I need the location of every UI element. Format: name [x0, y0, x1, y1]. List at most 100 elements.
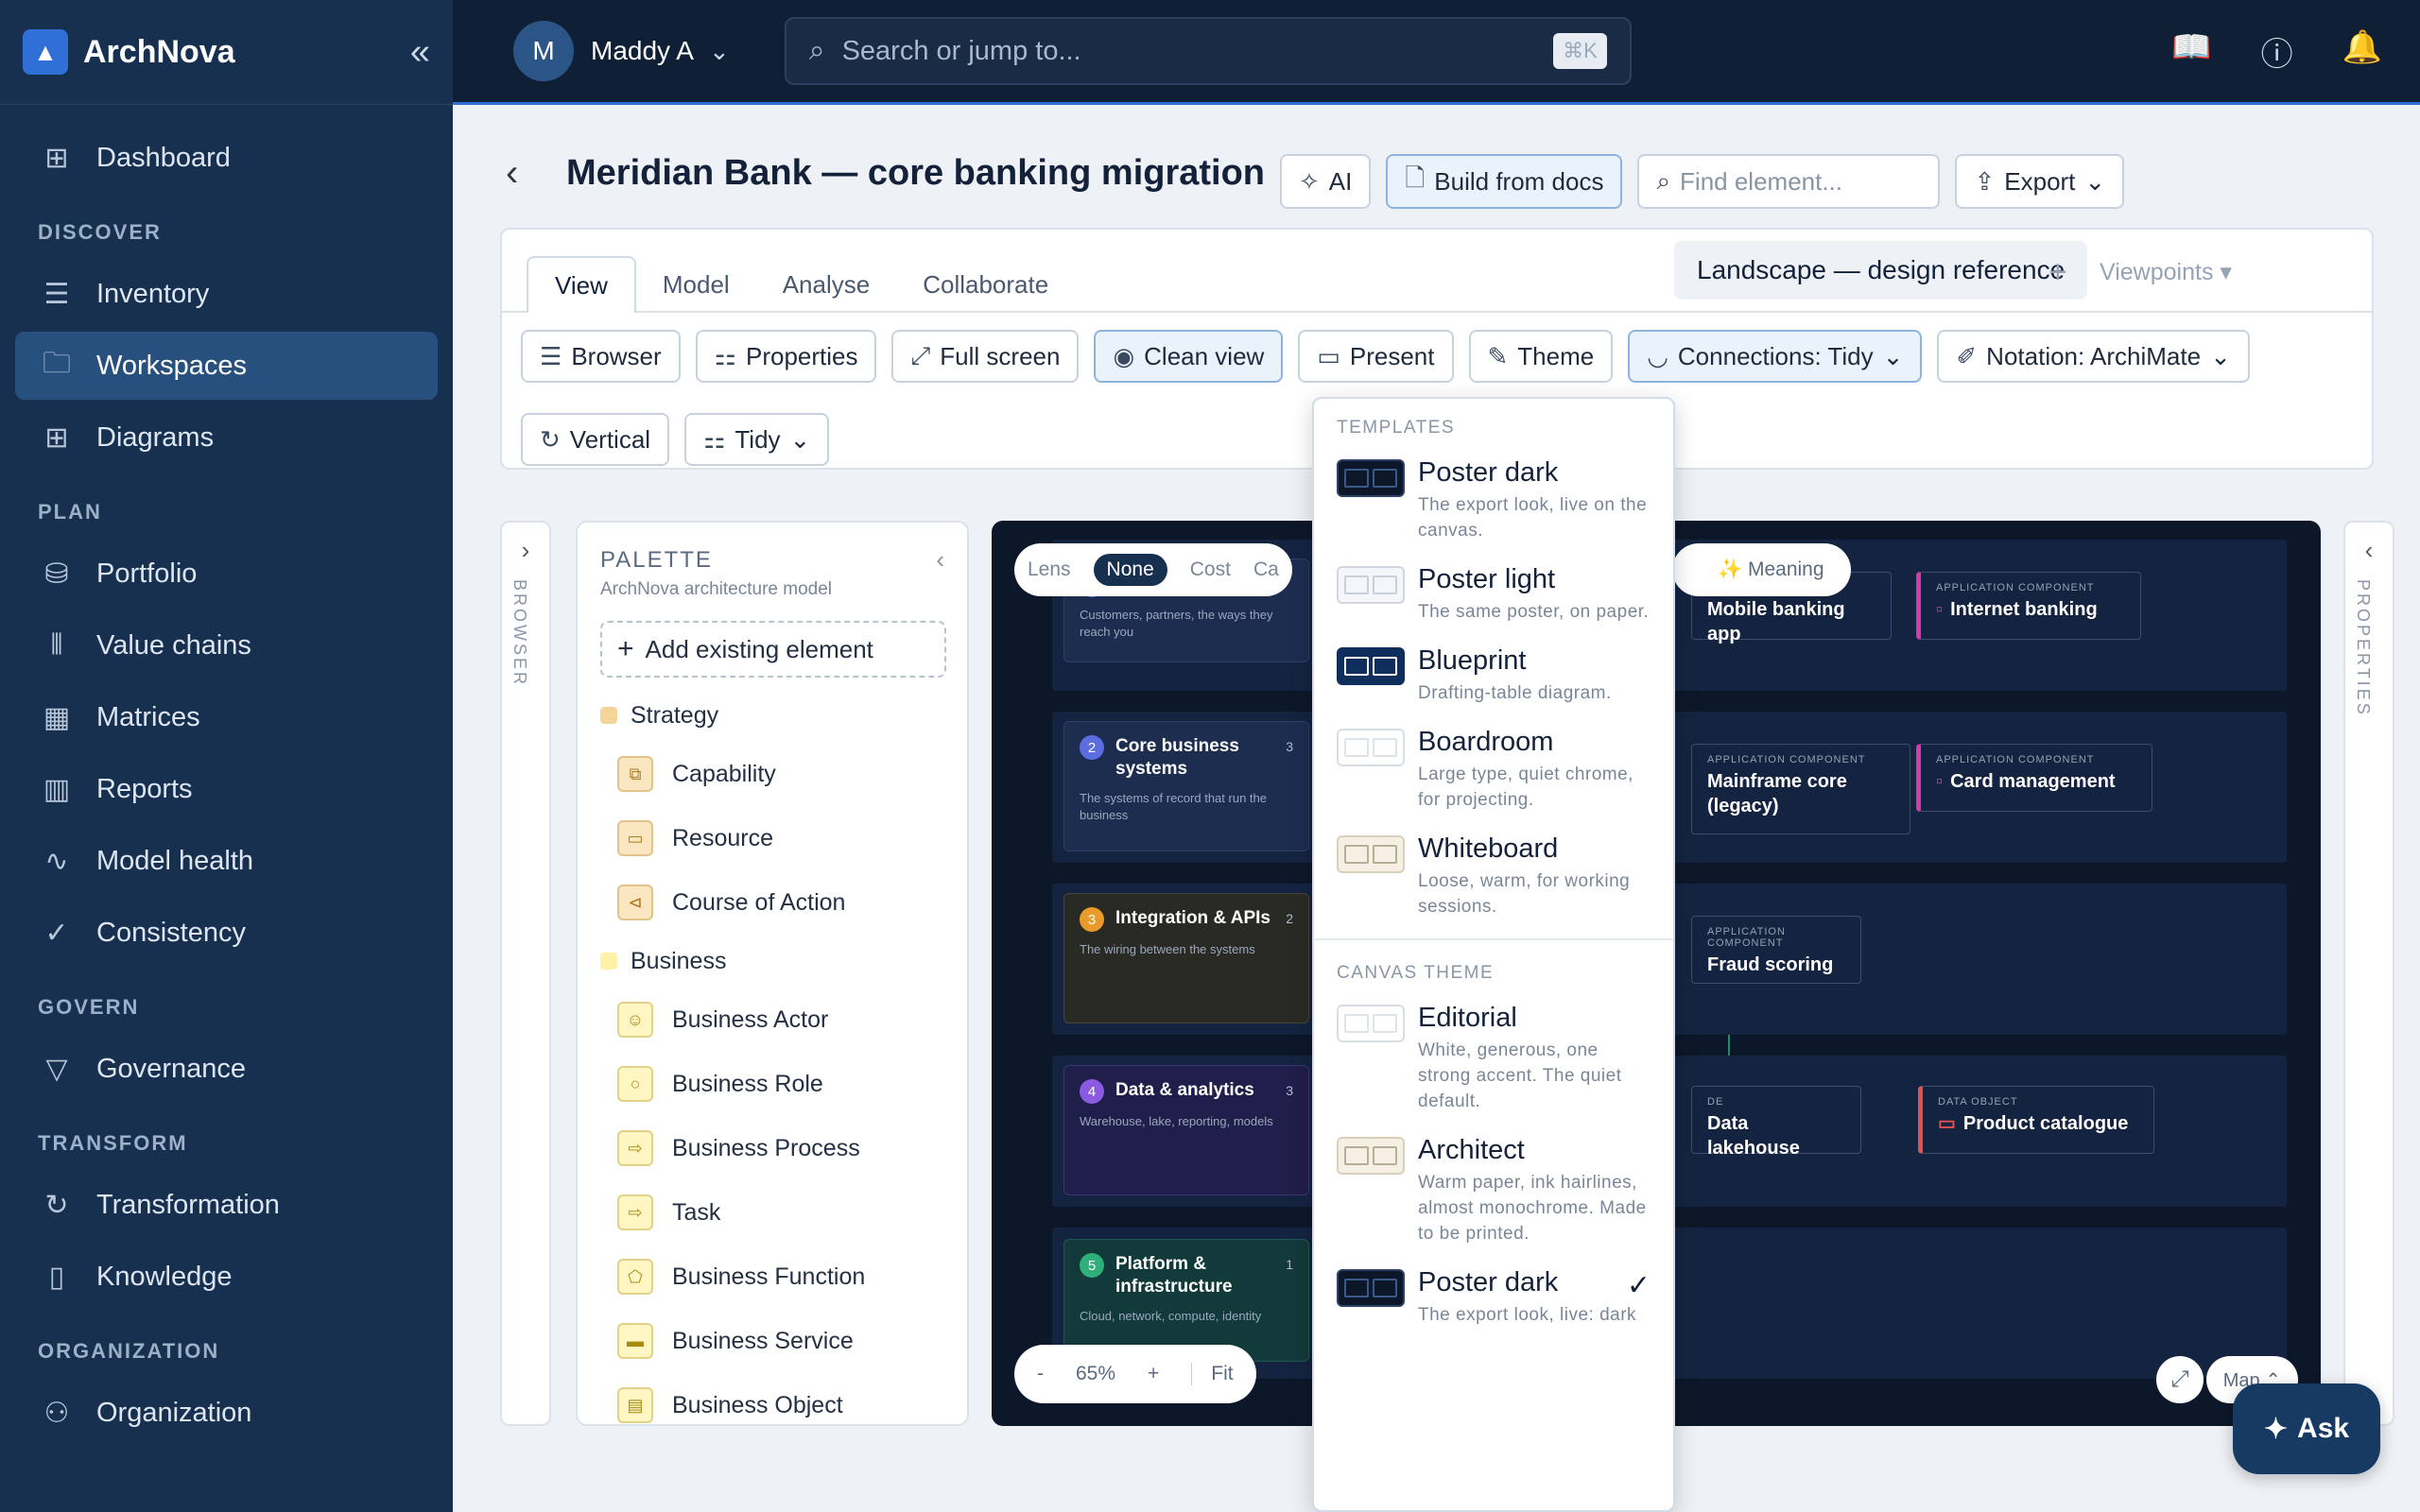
find-element-input[interactable]: ⌕ Find element... — [1637, 154, 1941, 209]
sidebar-item-diagrams[interactable]: ⊞ Diagrams — [15, 404, 438, 472]
global-search[interactable]: ⌕ Search or jump to... ⌘K — [784, 17, 1632, 85]
meaning-toggle[interactable]: ✨ Meaning — [1672, 543, 1851, 596]
lens-option-none[interactable]: None — [1093, 554, 1167, 586]
sidebar-item-inventory[interactable]: ☰ Inventory — [15, 260, 438, 328]
component-card[interactable]: APPLICATION COMPONENT Fraud scoring — [1691, 916, 1861, 984]
grid-icon: ⚏ — [703, 424, 726, 454]
sidebar-item-consistency[interactable]: ✓ Consistency — [15, 899, 438, 967]
double-chevron-left-icon[interactable]: « — [410, 32, 430, 73]
tab-model[interactable]: Model — [636, 256, 756, 313]
checkmark-icon: ✓ — [1626, 1270, 1651, 1301]
palette-element[interactable]: ⊲ Course of Action — [600, 870, 959, 935]
bell-icon[interactable]: 🔔 — [2342, 28, 2382, 75]
tab-collaborate[interactable]: Collaborate — [896, 256, 1075, 313]
theme-desc: Warm paper, ink hairlines, almost monoch… — [1418, 1173, 1647, 1244]
theme-option[interactable]: Editorial White, generous, one strong acc… — [1314, 993, 1673, 1125]
connections-button[interactable]: ◡ Connections: Tidy ⌄ — [1628, 330, 1923, 383]
theme-desc: The export look, live on the canvas. — [1418, 495, 1648, 541]
theme-option[interactable]: Poster light The same poster, on paper. — [1314, 555, 1673, 636]
palette-element[interactable]: ▭ Resource — [600, 806, 959, 870]
component-card[interactable]: APPLICATION COMPONENT Mainframe core (le… — [1691, 744, 1910, 834]
sidebar-item-governance[interactable]: ▽ Governance — [15, 1035, 438, 1103]
browser-side-tab[interactable]: › BROWSER — [500, 521, 551, 1426]
sidebar-item-organization[interactable]: ⚇ Organization — [15, 1379, 438, 1447]
zoom-out-button[interactable]: - — [1037, 1363, 1044, 1385]
present-button[interactable]: ▭ Present — [1298, 330, 1454, 383]
ask-button[interactable]: ✦ Ask — [2233, 1383, 2380, 1474]
component-card[interactable]: DE Data lakehouse — [1691, 1086, 1861, 1159]
properties-side-tab[interactable]: ‹ PROPERTIES — [2343, 521, 2394, 1426]
component-card[interactable]: APPLICATION COMPONENT ▫ Internet banking — [1916, 572, 2141, 640]
menu-divider — [1314, 938, 1673, 940]
tab-view[interactable]: View — [527, 256, 636, 313]
component-card[interactable]: DATA OBJECT ▭ Product catalogue — [1918, 1086, 2154, 1154]
vertical-button[interactable]: ↻ Vertical — [521, 413, 670, 466]
search-input[interactable]: Search or jump to... — [842, 36, 1554, 67]
notation-button[interactable]: ✐ Notation: ArchiMate ⌄ — [1937, 330, 2250, 383]
theme-option[interactable]: Poster dark The export look, live: dark ✓ — [1314, 1258, 1673, 1339]
properties-button[interactable]: ⚏ Properties — [695, 330, 877, 383]
sparkle-icon: ✧ — [1299, 166, 1320, 196]
lens-option-cost[interactable]: Cost — [1190, 558, 1231, 581]
ai-label: AI — [1328, 166, 1353, 196]
sidebar-item-reports[interactable]: ▥ Reports — [15, 755, 438, 823]
clean-view-button[interactable]: ◉ Clean view — [1094, 330, 1284, 383]
lane-card[interactable]: 2 Core business systems 3 The systems of … — [1063, 721, 1309, 851]
ai-button[interactable]: ✧ AI — [1280, 154, 1372, 209]
lane-card[interactable]: 3 Integration & APIs 2 The wiring between… — [1063, 893, 1309, 1023]
lens-option-ca[interactable]: Ca — [1253, 558, 1279, 581]
swatch-box — [1344, 657, 1369, 676]
sidebar-item-matrices[interactable]: ▦ Matrices — [15, 683, 438, 751]
theme-option[interactable]: Blueprint Drafting-table diagram. — [1314, 636, 1673, 717]
sidebar-item-knowledge[interactable]: ▯ Knowledge — [15, 1243, 438, 1311]
fit-button[interactable]: Fit — [1191, 1363, 1234, 1385]
sidebar-item-transformation[interactable]: ↻ Transformation — [15, 1171, 438, 1239]
help-icon[interactable]: ⓘ — [2261, 28, 2293, 75]
tab-analyse[interactable]: Analyse — [756, 256, 897, 313]
palette-group[interactable]: Business — [600, 935, 959, 988]
lane-card[interactable]: 5 Platform & infrastructure 1 Cloud, netw… — [1063, 1239, 1309, 1362]
sidebar-item-workspaces[interactable]: 🗀 Workspaces — [15, 332, 438, 400]
build-from-docs-button[interactable]: 🗋 Build from docs — [1386, 154, 1623, 209]
viewpoints-dropdown[interactable]: Viewpoints ▾ — [2100, 258, 2232, 286]
palette-element[interactable]: ⇨ Business Process — [600, 1116, 959, 1180]
palette-element[interactable]: ▬ Business Service — [600, 1309, 959, 1373]
user-menu[interactable]: M Maddy A ⌄ — [513, 21, 730, 81]
collapse-chevron-icon[interactable]: ‹ — [936, 545, 944, 575]
sidebar-item-portfolio[interactable]: ⛁ Portfolio — [15, 540, 438, 608]
add-existing-element-button[interactable]: + Add existing element — [600, 621, 946, 678]
sidebar-item-dashboard[interactable]: ⊞ Dashboard — [15, 124, 438, 192]
component-type: APPLICATION COMPONENT — [1707, 926, 1786, 949]
tidy-button[interactable]: ⚏ Tidy ⌄ — [684, 413, 830, 466]
component-type: DE — [1707, 1096, 1724, 1108]
back-chevron-icon[interactable]: ‹ — [506, 152, 544, 195]
book-icon[interactable]: 📖 — [2171, 28, 2211, 75]
palette-element[interactable]: ⬠ Business Function — [600, 1245, 959, 1309]
component-card[interactable]: APPLICATION COMPONENT ▫ Card management — [1916, 744, 2152, 812]
theme-desc: Loose, warm, for working sessions. — [1418, 871, 1631, 917]
theme-option[interactable]: Whiteboard Loose, warm, for working sessi… — [1314, 824, 1673, 931]
theme-option[interactable]: Poster dark The export look, live on the … — [1314, 448, 1673, 555]
theme-option[interactable]: Architect Warm paper, ink hairlines, almo… — [1314, 1125, 1673, 1258]
theme-name: Poster light — [1418, 564, 1556, 594]
nav-section-label: PLAN — [38, 500, 102, 524]
lane-count: 3 — [1286, 739, 1293, 754]
export-button[interactable]: ⇪ Export ⌄ — [1955, 154, 2125, 209]
add-viewpoint-icon[interactable]: + — [2048, 254, 2067, 291]
theme-button[interactable]: ✎ Theme — [1468, 330, 1614, 383]
palette-element[interactable]: ⇨ Task — [600, 1180, 959, 1245]
sidebar-item-model-health[interactable]: ∿ Model health — [15, 827, 438, 895]
viewpoint-tab-active[interactable]: Landscape — design reference — [1674, 241, 2088, 300]
zoom-in-button[interactable]: + — [1148, 1363, 1159, 1385]
fullscreen-button[interactable]: ⤢ Full screen — [891, 330, 1080, 383]
palette-element[interactable]: ▤ Business Object — [600, 1373, 959, 1424]
palette-element[interactable]: ⧉ Capability — [600, 742, 959, 806]
expand-icon[interactable]: ⤢ — [2156, 1356, 2204, 1403]
theme-option[interactable]: Boardroom Large type, quiet chrome, for p… — [1314, 717, 1673, 824]
sidebar-item-value-chains[interactable]: ⦀ Value chains — [15, 611, 438, 679]
browser-button[interactable]: ☰ Browser — [521, 330, 681, 383]
lane-card[interactable]: 4 Data & analytics 3 Warehouse, lake, rep… — [1063, 1065, 1309, 1195]
palette-group[interactable]: Strategy — [600, 689, 959, 742]
palette-element[interactable]: ○ Business Role — [600, 1052, 959, 1116]
palette-element[interactable]: ☺ Business Actor — [600, 988, 959, 1052]
